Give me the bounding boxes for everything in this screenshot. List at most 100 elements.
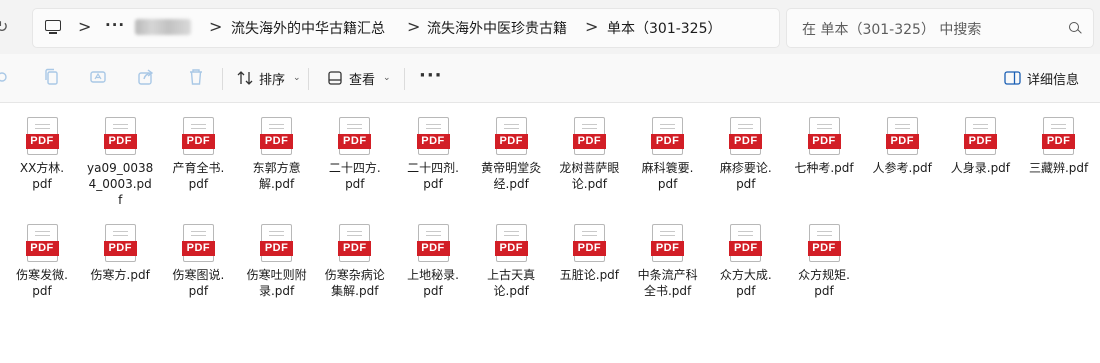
file-item[interactable]: PDF 麻科簑要. pdf [631, 117, 705, 209]
pdf-file-icon: PDF [729, 117, 763, 155]
pdf-file-icon: PDF [103, 224, 137, 262]
file-item[interactable]: PDF 伤寒图说. pdf [161, 224, 235, 316]
pdf-badge: PDF [416, 241, 450, 256]
file-name: 七种考.pdf [794, 161, 854, 175]
pdf-file-icon: PDF [103, 117, 137, 155]
command-bar: 排序 ⌄ 查看 ⌄ ··· 详细信息 [0, 54, 1100, 103]
file-item[interactable]: PDF 二十四剂. pdf [396, 117, 470, 209]
address-bar[interactable]: > ··· > 流失海外的中华古籍汇总 > 流失海外中医珍贵古籍 > 单本（30… [32, 8, 780, 48]
file-name: 上地秘录. pdf [407, 268, 459, 298]
pdf-badge: PDF [260, 241, 294, 256]
file-item[interactable]: PDF ya09_0038 4_0003.pd f [83, 117, 157, 209]
chevron-right-icon[interactable]: > [78, 17, 91, 36]
file-item[interactable]: PDF 上古天真 论.pdf [474, 224, 548, 316]
file-item[interactable]: PDF 五脏论.pdf [552, 224, 626, 316]
file-name: ya09_0038 4_0003.pd f [87, 161, 154, 207]
pdf-badge: PDF [260, 134, 294, 149]
file-item[interactable]: PDF 龙树菩萨眼 论.pdf [552, 117, 626, 209]
hidden-crumbs-button[interactable]: ··· [105, 16, 125, 34]
breadcrumb-item[interactable]: 流失海外的中华古籍汇总 [231, 18, 385, 38]
file-item[interactable]: PDF 伤寒杂病论 集解.pdf [318, 224, 392, 316]
pdf-badge: PDF [1042, 134, 1076, 149]
sort-icon [237, 71, 253, 85]
file-name: 众方规矩. pdf [798, 268, 850, 298]
file-item[interactable]: PDF 中条流产科 全书.pdf [631, 224, 705, 316]
view-button[interactable]: 查看 ⌄ [327, 66, 391, 90]
pdf-file-icon: PDF [494, 117, 528, 155]
chevron-right-icon[interactable]: > [407, 17, 420, 36]
this-pc-icon[interactable] [45, 20, 61, 34]
file-name: 伤寒发微. pdf [16, 268, 68, 298]
file-item[interactable]: PDF 七种考.pdf [787, 117, 861, 209]
delete-icon[interactable] [188, 68, 204, 86]
refresh-icon[interactable]: ↻ [0, 17, 8, 36]
more-options-button[interactable]: ··· [419, 65, 443, 86]
file-name: 伤寒图说. pdf [172, 268, 225, 298]
chevron-right-icon[interactable]: > [585, 17, 598, 36]
file-item[interactable]: PDF 上地秘录. pdf [396, 224, 470, 316]
pdf-badge: PDF [181, 134, 215, 149]
sort-button[interactable]: 排序 ⌄ [237, 66, 301, 90]
file-item[interactable]: PDF XX方林. pdf [5, 117, 79, 209]
toolbar-divider [308, 68, 309, 90]
pdf-badge: PDF [572, 134, 606, 149]
copy-icon[interactable] [44, 68, 60, 86]
file-name: 二十四方. pdf [328, 161, 381, 191]
search-icon[interactable] [1069, 22, 1079, 32]
file-name: 三藏辨.pdf [1028, 161, 1089, 175]
rename-icon[interactable] [90, 68, 106, 86]
pdf-badge: PDF [807, 241, 841, 256]
file-item[interactable]: PDF 产育全书. pdf [161, 117, 235, 209]
file-item[interactable]: PDF 伤寒方.pdf [83, 224, 157, 316]
pdf-badge: PDF [338, 241, 372, 256]
file-name: 伤寒吐则附 录.pdf [246, 268, 307, 298]
pdf-file-icon: PDF [260, 117, 294, 155]
file-item[interactable]: PDF 众方规矩. pdf [787, 224, 861, 316]
pdf-badge: PDF [729, 241, 763, 256]
pdf-badge: PDF [572, 241, 606, 256]
file-name: 伤寒杂病论 集解.pdf [324, 268, 385, 298]
breadcrumb-item-current[interactable]: 单本（301-325） [607, 18, 722, 38]
pdf-badge: PDF [416, 134, 450, 149]
file-item[interactable]: PDF 人参考.pdf [865, 117, 939, 209]
pdf-file-icon: PDF [25, 117, 59, 155]
search-box[interactable]: 在 单本（301-325） 中搜索 [786, 8, 1094, 48]
file-item[interactable]: PDF 伤寒发微. pdf [5, 224, 79, 316]
pdf-file-icon: PDF [338, 224, 372, 262]
sort-label: 排序 [259, 72, 286, 88]
view-label: 查看 [349, 72, 376, 88]
pdf-file-icon: PDF [807, 117, 841, 155]
file-item[interactable]: PDF 黄帝明堂灸 经.pdf [474, 117, 548, 209]
search-input[interactable]: 在 单本（301-325） 中搜索 [802, 19, 981, 39]
redacted-crumb[interactable] [135, 19, 191, 35]
pdf-file-icon: PDF [807, 224, 841, 262]
chevron-right-icon[interactable]: > [209, 17, 222, 36]
pdf-file-icon: PDF [572, 224, 606, 262]
file-name: 众方大成. pdf [719, 268, 772, 298]
pdf-file-icon: PDF [25, 224, 59, 262]
file-item[interactable]: PDF 东郭方意 解.pdf [240, 117, 314, 209]
file-item[interactable]: PDF 二十四方. pdf [318, 117, 392, 209]
details-pane-icon [1004, 71, 1021, 85]
file-name: 麻科簑要. pdf [641, 161, 694, 191]
toolbar-divider [222, 68, 223, 90]
pdf-file-icon: PDF [260, 224, 294, 262]
file-item[interactable]: PDF 三藏辨.pdf [1022, 117, 1096, 209]
pdf-badge: PDF [651, 241, 685, 256]
file-item[interactable]: PDF 伤寒吐则附 录.pdf [240, 224, 314, 316]
file-name: 二十四剂. pdf [407, 161, 459, 191]
file-item[interactable]: PDF 众方大成. pdf [709, 224, 783, 316]
breadcrumb-item[interactable]: 流失海外中医珍贵古籍 [427, 18, 567, 38]
pdf-file-icon: PDF [651, 224, 685, 262]
cut-icon[interactable] [0, 68, 12, 86]
share-icon[interactable] [138, 68, 154, 86]
pdf-badge: PDF [807, 134, 841, 149]
file-name: 人身录.pdf [950, 161, 1011, 175]
pdf-badge: PDF [181, 241, 215, 256]
file-item[interactable]: PDF 人身录.pdf [943, 117, 1017, 209]
chevron-down-icon: ⌄ [293, 73, 301, 83]
file-name: 黄帝明堂灸 经.pdf [481, 161, 542, 191]
pdf-badge: PDF [103, 241, 137, 256]
file-item[interactable]: PDF 麻疹要论. pdf [709, 117, 783, 209]
details-pane-button[interactable]: 详细信息 [1004, 66, 1079, 90]
